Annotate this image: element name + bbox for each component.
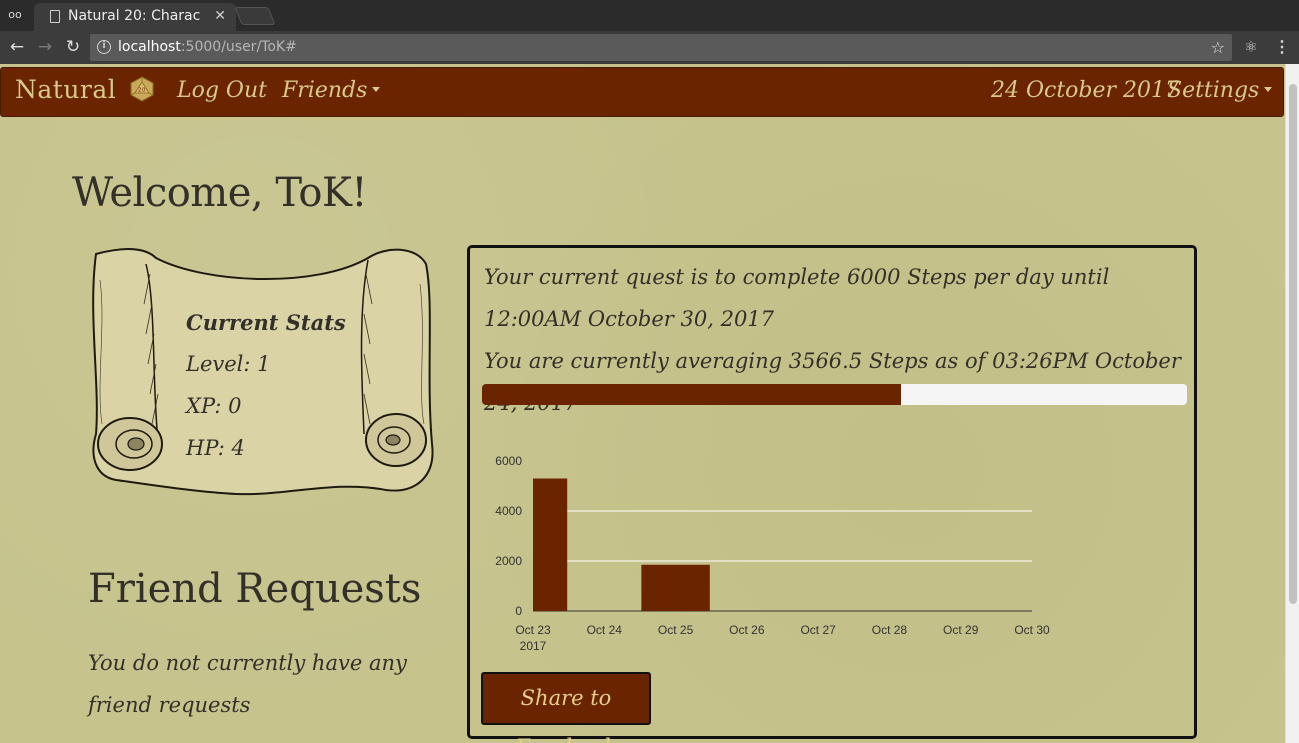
x-tick-label: Oct 24 (587, 623, 623, 637)
quest-average: You are currently averaging 3566.5 Steps… (484, 349, 1181, 415)
extension-icon[interactable]: ⚛ (1241, 35, 1261, 59)
chart-bar (641, 564, 710, 611)
logout-label: Log Out (177, 78, 267, 103)
stat-hp: HP: 4 (186, 436, 245, 460)
caret-down-icon (1264, 87, 1273, 92)
friends-dropdown[interactable]: Friends (282, 78, 381, 103)
friends-label: Friends (282, 78, 368, 103)
progress-fill (482, 384, 901, 405)
info-icon[interactable]: i (97, 40, 111, 54)
kebab-menu-icon[interactable]: ⋮ (1272, 35, 1292, 59)
scroll-thumb[interactable] (1289, 84, 1297, 604)
new-tab-button[interactable] (234, 7, 276, 25)
page-icon (50, 10, 60, 23)
quest-description: Your current quest is to complete 6000 S… (484, 265, 1110, 331)
url-path: :5000/user/ToK# (180, 39, 297, 55)
url-host: localhost (118, 39, 181, 55)
logout-link[interactable]: Log Out (177, 78, 267, 103)
tab-title: Natural 20: Charact (68, 8, 200, 24)
x-year-label: 2017 (520, 639, 547, 653)
y-tick-label: 2000 (495, 554, 522, 568)
address-bar[interactable]: i localhost:5000/user/ToK# ☆ (90, 34, 1232, 61)
d20-icon: 20 (130, 76, 154, 102)
x-tick-label: Oct 28 (872, 623, 908, 637)
y-tick-label: 0 (515, 604, 522, 618)
share-facebook-button[interactable]: Share to Facebook (481, 672, 651, 743)
date-label: 24 October 2017 (991, 78, 1180, 103)
caret-down-icon (372, 87, 381, 92)
stat-level: Level: 1 (186, 352, 271, 376)
svg-text:20: 20 (138, 88, 146, 94)
page: Natural 20 Log Out Friends 24 October 20… (0, 64, 1299, 743)
page-title: Welcome, ToK! (72, 170, 367, 216)
share-facebook-label: Share to Facebook (515, 686, 616, 743)
back-arrow-icon[interactable]: ← (5, 35, 29, 59)
x-tick-label: Oct 27 (800, 623, 836, 637)
brand-label: Natural (15, 75, 117, 104)
x-tick-label: Oct 25 (658, 623, 694, 637)
chart-bar (533, 478, 568, 611)
friend-requests-title: Friend Requests (88, 566, 422, 612)
y-tick-label: 4000 (495, 504, 522, 518)
bookmark-star-icon[interactable]: ☆ (1211, 34, 1225, 61)
x-tick-label: Oct 23 (515, 623, 551, 637)
browser-tabstrip: oo Natural 20: Charact ✕ (0, 0, 1299, 31)
x-tick-label: Oct 26 (729, 623, 765, 637)
browser-toolbar: ← → ↻ i localhost:5000/user/ToK# ☆ ⚛ ⋮ (0, 31, 1299, 64)
settings-dropdown[interactable]: Settings (1167, 78, 1273, 103)
settings-label: Settings (1167, 78, 1260, 103)
site-navbar: Natural 20 Log Out Friends 24 October 20… (0, 67, 1284, 117)
brand-link[interactable]: Natural 20 (15, 75, 155, 104)
reload-icon[interactable]: ↻ (61, 35, 85, 59)
current-date: 24 October 2017 (991, 78, 1179, 103)
stats-title: Current Stats (186, 310, 346, 335)
stat-xp: XP: 0 (186, 394, 242, 418)
friend-requests-empty: You do not currently have any friend req… (88, 651, 407, 717)
quest-panel: Your current quest is to complete 6000 S… (467, 245, 1197, 743)
browser-tab[interactable]: Natural 20: Charact ✕ (34, 3, 236, 31)
steps-chart: 0 2000 4000 6000 Oct 23 Oct 24 Oct 25 Oct 26 Oct… (495, 454, 1050, 653)
quest-progress-bar (482, 384, 1187, 405)
close-icon[interactable]: ✕ (214, 3, 226, 29)
x-tick-label: Oct 30 (1014, 623, 1050, 637)
forward-arrow-icon[interactable]: → (33, 35, 57, 59)
page-scrollbar[interactable] (1285, 64, 1299, 743)
y-tick-label: 6000 (495, 454, 522, 468)
x-tick-label: Oct 29 (943, 623, 979, 637)
incognito-icon: oo (8, 8, 22, 21)
